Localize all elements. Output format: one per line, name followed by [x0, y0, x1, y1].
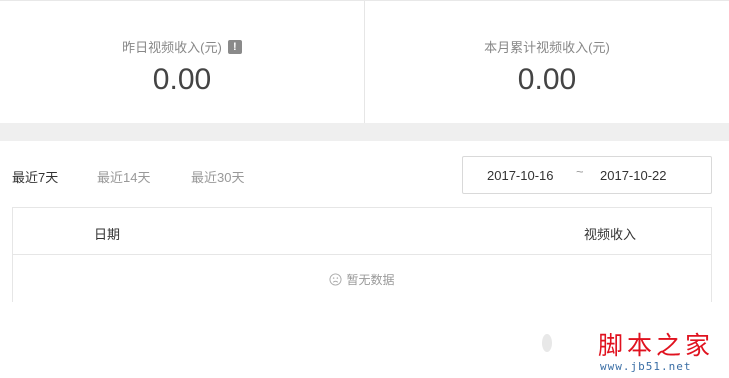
revenue-stats-panel: 昨日视频收入(元) ! 0.00 本月累计视频收入(元) 0.00	[0, 0, 729, 123]
watermark-decoration	[542, 334, 552, 352]
empty-state: 暂无数据	[13, 255, 711, 303]
empty-state-text: 暂无数据	[346, 272, 395, 287]
section-divider	[0, 123, 729, 141]
info-icon[interactable]: !	[227, 39, 242, 54]
site-watermark: 脚本之家 www.jb51.net	[538, 314, 729, 378]
month-revenue-label: 本月累计视频收入(元)	[484, 40, 610, 55]
watermark-title: 脚本之家	[598, 331, 715, 360]
month-revenue-card: 本月累计视频收入(元) 0.00	[364, 1, 729, 123]
end-date[interactable]: 2017-10-22	[600, 168, 667, 183]
yesterday-revenue-label-row: 昨日视频收入(元) !	[0, 37, 364, 56]
column-header-date: 日期	[94, 227, 121, 242]
date-range-picker[interactable]: 2017-10-16 ~ 2017-10-22	[462, 156, 712, 194]
sad-face-icon	[329, 272, 343, 286]
month-revenue-label-row: 本月累计视频收入(元)	[365, 37, 729, 56]
date-filter-bar: 最近7天 最近14天 最近30天 2017-10-16 ~ 2017-10-22	[0, 141, 729, 207]
column-header-video-revenue: 视频收入	[584, 227, 637, 242]
tab-last-30-days[interactable]: 最近30天	[191, 167, 244, 186]
yesterday-revenue-value: 0.00	[152, 63, 212, 96]
start-date[interactable]: 2017-10-16	[487, 168, 554, 183]
revenue-table: 日期 视频收入 暂无数据	[12, 207, 712, 302]
table-header: 日期 视频收入	[13, 208, 711, 255]
tab-last-7-days[interactable]: 最近7天	[12, 167, 58, 186]
yesterday-revenue-card: 昨日视频收入(元) ! 0.00	[0, 1, 364, 123]
watermark-url: www.jb51.net	[600, 360, 692, 373]
yesterday-revenue-label: 昨日视频收入(元)	[122, 40, 222, 55]
month-revenue-value: 0.00	[517, 63, 577, 96]
tab-last-14-days[interactable]: 最近14天	[97, 167, 150, 186]
date-range-separator: ~	[576, 164, 584, 179]
